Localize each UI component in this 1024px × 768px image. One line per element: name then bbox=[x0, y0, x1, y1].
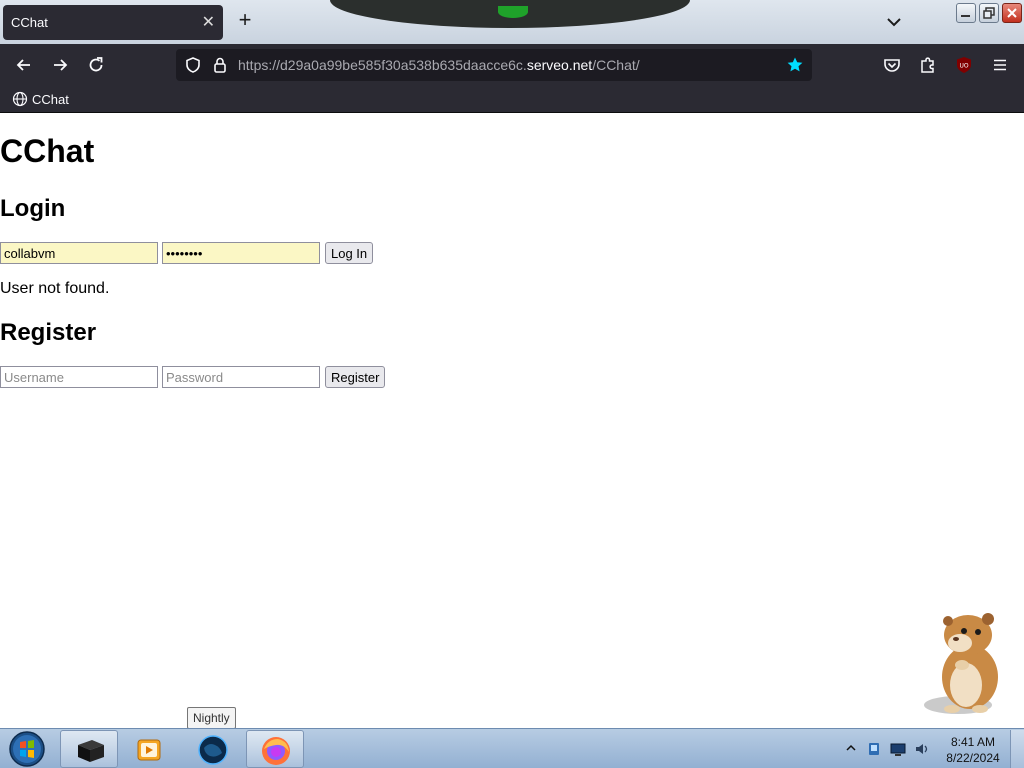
minimize-button[interactable] bbox=[956, 3, 976, 23]
globe-icon bbox=[12, 91, 28, 107]
lock-icon[interactable] bbox=[212, 56, 228, 74]
firefox-icon bbox=[262, 737, 290, 765]
title-bar: CChat ✕ + bbox=[0, 0, 1024, 44]
login-heading: Login bbox=[0, 195, 66, 222]
url-host: serveo.net bbox=[526, 57, 593, 73]
url-bar[interactable]: https://d29a0a99be585f30a538b635daacce6c… bbox=[176, 49, 812, 81]
restore-button[interactable] bbox=[979, 3, 999, 23]
chevron-down-icon[interactable] bbox=[884, 13, 904, 31]
pocket-icon[interactable] bbox=[882, 55, 902, 75]
taskbar-app-nightly[interactable] bbox=[184, 730, 242, 768]
page-content: CChat Login Log In User not found. Regis… bbox=[0, 113, 1024, 728]
tab-title: CChat bbox=[11, 15, 48, 30]
register-button[interactable]: Register bbox=[325, 366, 386, 388]
login-status-message: User not found. bbox=[0, 280, 110, 297]
bookmarks-toolbar: CChat bbox=[0, 86, 1024, 113]
black-box-icon bbox=[78, 740, 104, 762]
taskbar-tooltip: Nightly bbox=[187, 707, 236, 729]
url-path: /CChat/ bbox=[592, 57, 640, 73]
hamburger-menu-icon[interactable] bbox=[990, 55, 1010, 75]
register-password-input[interactable] bbox=[162, 366, 320, 388]
login-button[interactable]: Log In bbox=[325, 242, 374, 264]
new-tab-button[interactable]: + bbox=[234, 9, 256, 33]
taskbar-app-firefox[interactable] bbox=[246, 730, 304, 768]
arrow-right-icon[interactable] bbox=[50, 55, 70, 75]
theme-gem bbox=[498, 6, 528, 18]
shield-icon[interactable] bbox=[184, 56, 202, 74]
show-desktop-button[interactable] bbox=[1010, 730, 1024, 768]
bookmark-label: CChat bbox=[32, 92, 69, 107]
clock-time: 8:41 AM bbox=[950, 735, 996, 749]
media-player-icon bbox=[137, 739, 161, 761]
taskbar-app-terminal[interactable] bbox=[60, 730, 118, 768]
tab-cchat[interactable]: CChat ✕ bbox=[3, 5, 223, 40]
close-window-button[interactable] bbox=[1002, 3, 1022, 23]
register-heading: Register bbox=[0, 319, 97, 346]
tab-close-icon[interactable]: ✕ bbox=[202, 12, 215, 32]
network-tray-icon[interactable] bbox=[866, 741, 882, 757]
ublock-icon[interactable]: UO bbox=[954, 55, 974, 75]
taskbar: 8:41 AM 8/22/2024 bbox=[0, 728, 1024, 768]
star-icon[interactable] bbox=[786, 56, 804, 74]
puzzle-icon[interactable] bbox=[918, 55, 938, 75]
url-prefix: https://d29a0a99be585f30a538b635daacce6c… bbox=[238, 57, 527, 73]
monitor-tray-icon[interactable] bbox=[890, 741, 906, 757]
url-text[interactable]: https://d29a0a99be585f30a538b635daacce6c… bbox=[238, 57, 640, 73]
system-clock[interactable]: 8:41 AM 8/22/2024 bbox=[940, 734, 1006, 766]
svg-text:UO: UO bbox=[959, 63, 968, 70]
navigation-toolbar: https://d29a0a99be585f30a538b635daacce6c… bbox=[0, 44, 1024, 86]
arrow-left-icon[interactable] bbox=[14, 55, 34, 75]
start-button[interactable] bbox=[7, 730, 47, 768]
login-password-input[interactable] bbox=[162, 242, 320, 264]
page-title: CChat bbox=[0, 133, 95, 169]
clock-date: 8/22/2024 bbox=[946, 751, 1000, 765]
login-username-input[interactable] bbox=[0, 242, 158, 264]
tray-overflow-chevron-icon[interactable] bbox=[846, 743, 856, 753]
volume-tray-icon[interactable] bbox=[914, 741, 930, 757]
hamster-mascot bbox=[924, 613, 998, 714]
register-username-input[interactable] bbox=[0, 366, 158, 388]
reload-icon[interactable] bbox=[86, 55, 106, 75]
taskbar-app-media-player[interactable] bbox=[120, 730, 178, 768]
nightly-globe-icon bbox=[198, 735, 228, 765]
